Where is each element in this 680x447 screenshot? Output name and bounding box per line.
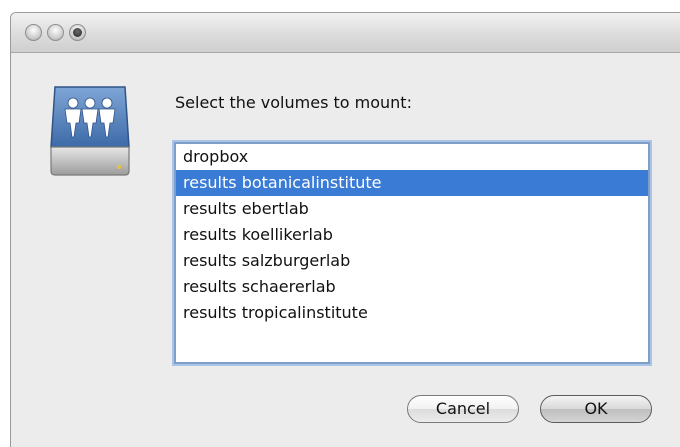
list-item[interactable]: dropbox [176,144,648,170]
volume-list[interactable]: dropbox results botanicalinstitute resul… [174,142,650,364]
zoom-button[interactable] [69,24,86,41]
ok-button[interactable]: OK [540,395,652,423]
minimize-button[interactable] [47,24,64,41]
list-item-selected[interactable]: results botanicalinstitute [176,170,648,196]
list-item[interactable]: results salzburgerlab [176,248,648,274]
prompt-label: Select the volumes to mount: [175,93,412,112]
list-item[interactable]: results koellikerlab [176,222,648,248]
list-item[interactable]: results ebertlab [176,196,648,222]
list-item[interactable]: results schaererlab [176,274,648,300]
list-item[interactable]: results tropicalinstitute [176,300,648,326]
close-button[interactable] [25,24,42,41]
mount-dialog-window: Select the volumes to mount: dropbox res… [10,12,680,447]
title-bar[interactable] [11,13,680,53]
network-share-drive-icon [50,86,130,176]
cancel-button[interactable]: Cancel [407,395,519,423]
